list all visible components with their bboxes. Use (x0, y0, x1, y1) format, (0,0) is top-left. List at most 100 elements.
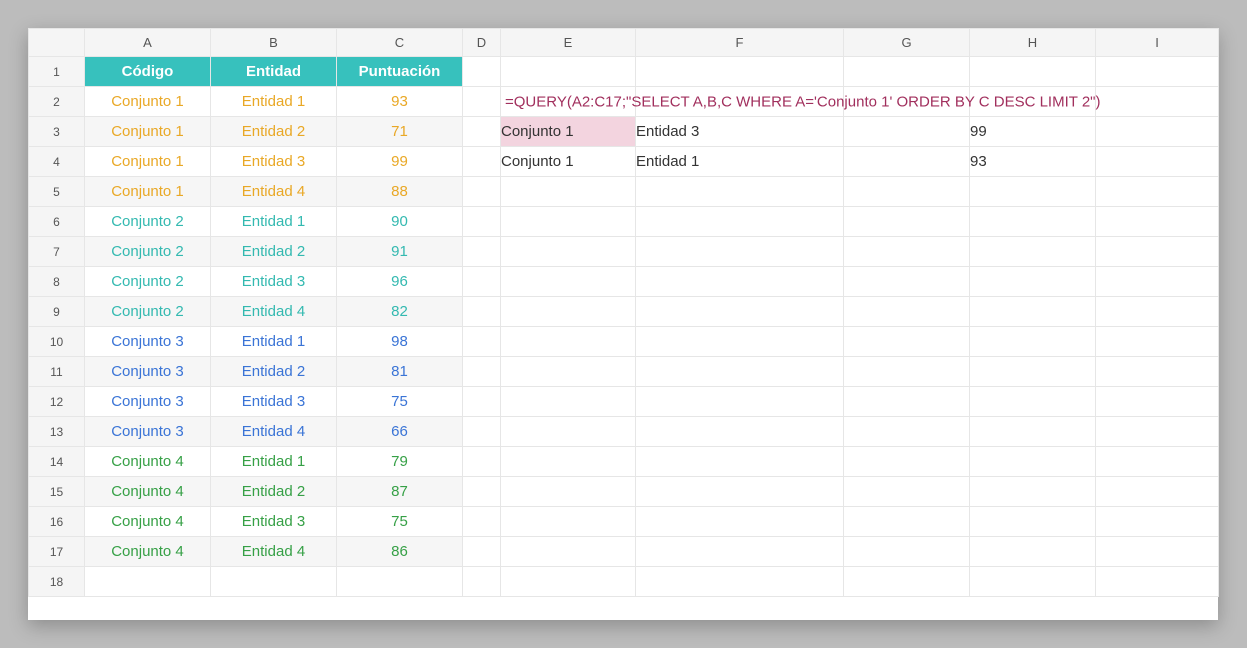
column-header-H[interactable]: H (970, 29, 1096, 57)
column-header-A[interactable]: A (85, 29, 211, 57)
cell-A8[interactable]: Conjunto 2 (85, 267, 211, 297)
cell-G13[interactable] (844, 417, 970, 447)
cell-H14[interactable] (970, 447, 1096, 477)
cell-H7[interactable] (970, 237, 1096, 267)
column-header-C[interactable]: C (337, 29, 463, 57)
cell-I14[interactable] (1096, 447, 1219, 477)
cell-D11[interactable] (463, 357, 501, 387)
cell-F13[interactable] (636, 417, 844, 447)
cell-G16[interactable] (844, 507, 970, 537)
cell-E5[interactable] (501, 177, 636, 207)
cell-F3[interactable]: Entidad 3 (636, 117, 844, 147)
cell-H13[interactable] (970, 417, 1096, 447)
cell-C13[interactable]: 66 (337, 417, 463, 447)
cell-D10[interactable] (463, 327, 501, 357)
cell-D18[interactable] (463, 567, 501, 597)
cell-F15[interactable] (636, 477, 844, 507)
cell-E7[interactable] (501, 237, 636, 267)
cell-H18[interactable] (970, 567, 1096, 597)
row-header-17[interactable]: 17 (29, 537, 85, 567)
cell-I4[interactable] (1096, 147, 1219, 177)
cell-D4[interactable] (463, 147, 501, 177)
row-header-11[interactable]: 11 (29, 357, 85, 387)
cell-G9[interactable] (844, 297, 970, 327)
cell-D13[interactable] (463, 417, 501, 447)
cell-G14[interactable] (844, 447, 970, 477)
cell-H5[interactable] (970, 177, 1096, 207)
row-header-3[interactable]: 3 (29, 117, 85, 147)
cell-A1[interactable]: Código (85, 57, 211, 87)
grid-table[interactable]: ABCDEFGHI1CódigoEntidadPuntuación2Conjun… (28, 28, 1219, 597)
cell-G1[interactable] (844, 57, 970, 87)
cell-B11[interactable]: Entidad 2 (211, 357, 337, 387)
cell-E9[interactable] (501, 297, 636, 327)
cell-B10[interactable]: Entidad 1 (211, 327, 337, 357)
row-header-15[interactable]: 15 (29, 477, 85, 507)
cell-B2[interactable]: Entidad 1 (211, 87, 337, 117)
cell-F5[interactable] (636, 177, 844, 207)
cell-G18[interactable] (844, 567, 970, 597)
cell-F18[interactable] (636, 567, 844, 597)
cell-G7[interactable] (844, 237, 970, 267)
column-header-I[interactable]: I (1096, 29, 1219, 57)
row-header-9[interactable]: 9 (29, 297, 85, 327)
cell-F12[interactable] (636, 387, 844, 417)
cell-H15[interactable] (970, 477, 1096, 507)
cell-C4[interactable]: 99 (337, 147, 463, 177)
cell-C1[interactable]: Puntuación (337, 57, 463, 87)
cell-A4[interactable]: Conjunto 1 (85, 147, 211, 177)
cell-C5[interactable]: 88 (337, 177, 463, 207)
cell-I16[interactable] (1096, 507, 1219, 537)
cell-B12[interactable]: Entidad 3 (211, 387, 337, 417)
cell-C11[interactable]: 81 (337, 357, 463, 387)
cell-B6[interactable]: Entidad 1 (211, 207, 337, 237)
cell-A6[interactable]: Conjunto 2 (85, 207, 211, 237)
cell-A10[interactable]: Conjunto 3 (85, 327, 211, 357)
cell-I5[interactable] (1096, 177, 1219, 207)
cell-F14[interactable] (636, 447, 844, 477)
cell-F16[interactable] (636, 507, 844, 537)
cell-I18[interactable] (1096, 567, 1219, 597)
cell-D7[interactable] (463, 237, 501, 267)
cell-G4[interactable] (844, 147, 970, 177)
cell-B7[interactable]: Entidad 2 (211, 237, 337, 267)
row-header-14[interactable]: 14 (29, 447, 85, 477)
column-header-E[interactable]: E (501, 29, 636, 57)
cell-A16[interactable]: Conjunto 4 (85, 507, 211, 537)
cell-I17[interactable] (1096, 537, 1219, 567)
cell-D8[interactable] (463, 267, 501, 297)
cell-F9[interactable] (636, 297, 844, 327)
cell-C16[interactable]: 75 (337, 507, 463, 537)
cell-B16[interactable]: Entidad 3 (211, 507, 337, 537)
cell-C10[interactable]: 98 (337, 327, 463, 357)
cell-E8[interactable] (501, 267, 636, 297)
cell-A3[interactable]: Conjunto 1 (85, 117, 211, 147)
cell-A13[interactable]: Conjunto 3 (85, 417, 211, 447)
cell-G11[interactable] (844, 357, 970, 387)
cell-F4[interactable]: Entidad 1 (636, 147, 844, 177)
cell-I3[interactable] (1096, 117, 1219, 147)
cell-A17[interactable]: Conjunto 4 (85, 537, 211, 567)
cell-F10[interactable] (636, 327, 844, 357)
cell-H4[interactable]: 93 (970, 147, 1096, 177)
cell-B5[interactable]: Entidad 4 (211, 177, 337, 207)
cell-A12[interactable]: Conjunto 3 (85, 387, 211, 417)
spreadsheet[interactable]: ABCDEFGHI1CódigoEntidadPuntuación2Conjun… (28, 28, 1218, 620)
cell-I7[interactable] (1096, 237, 1219, 267)
cell-E13[interactable] (501, 417, 636, 447)
cell-F8[interactable] (636, 267, 844, 297)
cell-H11[interactable] (970, 357, 1096, 387)
cell-I9[interactable] (1096, 297, 1219, 327)
cell-F7[interactable] (636, 237, 844, 267)
cell-G5[interactable] (844, 177, 970, 207)
cell-I11[interactable] (1096, 357, 1219, 387)
column-header-D[interactable]: D (463, 29, 501, 57)
cell-F11[interactable] (636, 357, 844, 387)
cell-H8[interactable] (970, 267, 1096, 297)
cell-B9[interactable]: Entidad 4 (211, 297, 337, 327)
cell-H3[interactable]: 99 (970, 117, 1096, 147)
cell-C15[interactable]: 87 (337, 477, 463, 507)
cell-E6[interactable] (501, 207, 636, 237)
cell-A15[interactable]: Conjunto 4 (85, 477, 211, 507)
cell-B3[interactable]: Entidad 2 (211, 117, 337, 147)
